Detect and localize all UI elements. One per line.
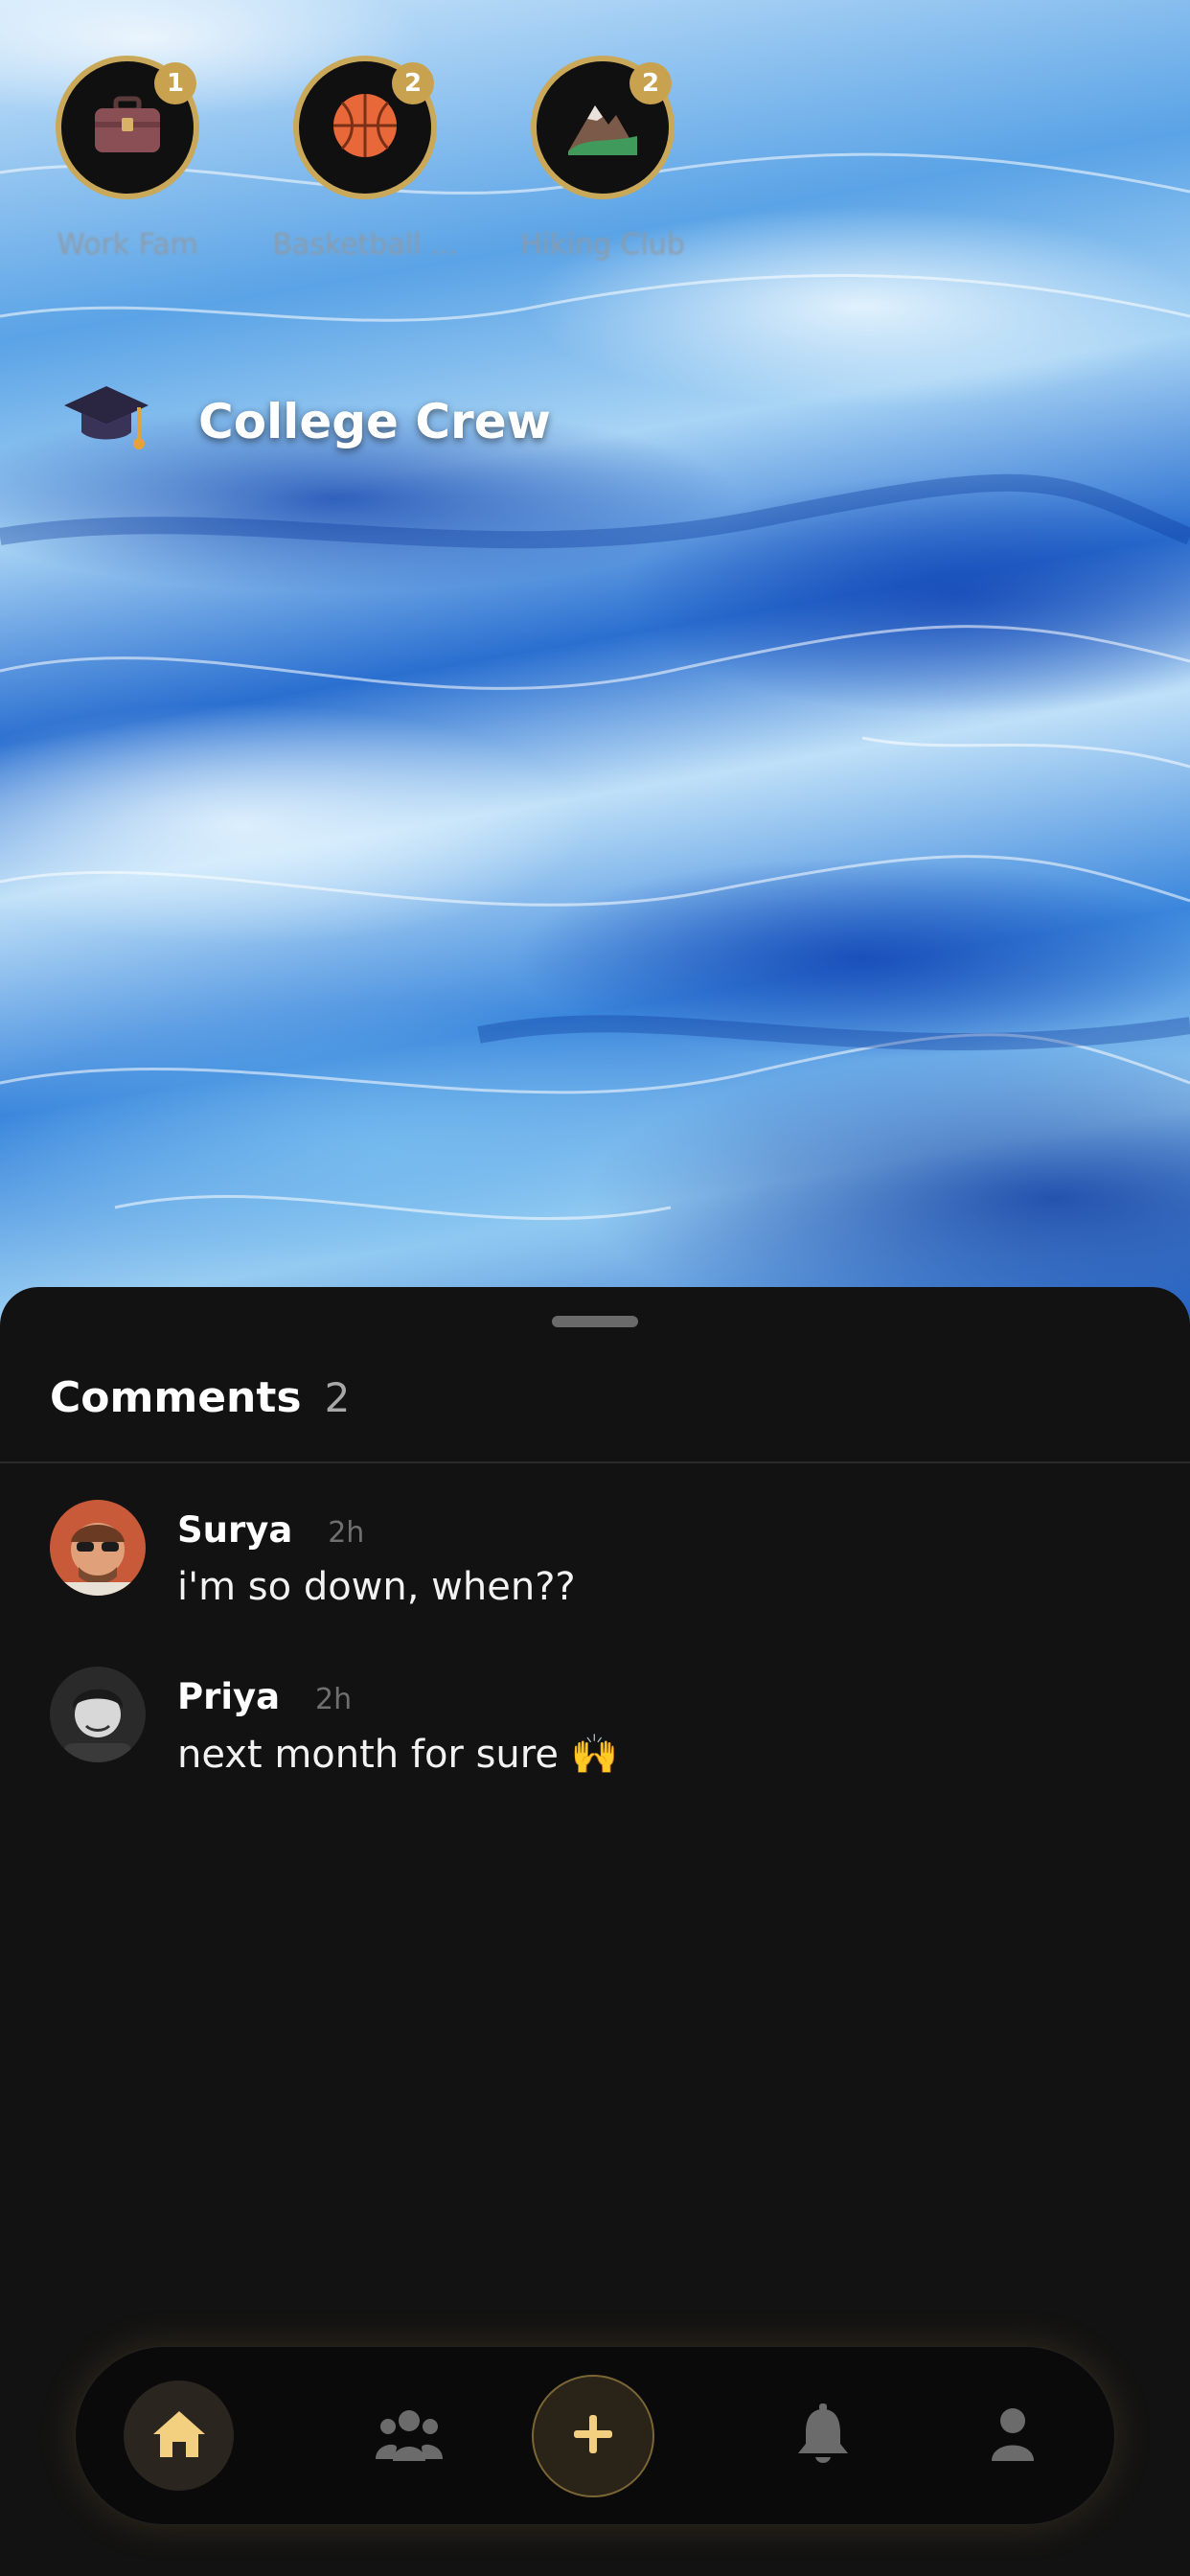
story-label: Hiking Club [520, 228, 685, 262]
divider [0, 1461, 1190, 1463]
story-work-fam[interactable]: 1 Work Fam [12, 53, 214, 283]
bottom-nav [75, 2346, 1115, 2525]
comments-count: 2 [324, 1374, 351, 1421]
briefcase-icon [93, 95, 162, 160]
notifications-button[interactable] [767, 2380, 878, 2491]
graduation-cap-icon [62, 380, 150, 463]
group-header[interactable]: College Crew [62, 379, 551, 465]
drag-handle[interactable] [552, 1316, 638, 1327]
comment-text: next month for sure 🙌 [177, 1733, 619, 1777]
groups-icon [375, 2405, 443, 2467]
plus-icon [572, 2413, 614, 2459]
notification-badge: 2 [392, 62, 434, 104]
author-name: Surya [177, 1509, 293, 1551]
groups-button[interactable] [354, 2380, 464, 2491]
comment-author[interactable]: Priya 2h [177, 1676, 352, 1717]
avatar[interactable] [50, 1500, 146, 1596]
home-icon [151, 2409, 207, 2463]
comment-time: 2h [315, 1683, 353, 1716]
story-hiking-club[interactable]: 2 Hiking Club [488, 53, 689, 283]
notification-badge: 1 [154, 62, 196, 104]
home-button[interactable] [124, 2380, 234, 2491]
basketball-icon [331, 91, 400, 164]
author-name: Priya [177, 1676, 281, 1717]
group-name: College Crew [198, 394, 551, 449]
profile-button[interactable] [957, 2380, 1067, 2491]
mountain-icon [566, 94, 639, 161]
add-button[interactable] [532, 2375, 654, 2497]
profile-icon [990, 2407, 1036, 2465]
comment-author[interactable]: Surya 2h [177, 1509, 364, 1551]
notification-badge: 2 [629, 62, 672, 104]
comments-title: Comments [50, 1373, 302, 1422]
comment-time: 2h [328, 1516, 365, 1550]
avatar[interactable] [50, 1667, 146, 1762]
comments-header: Comments 2 [50, 1373, 350, 1422]
bell-icon [796, 2403, 850, 2469]
story-label: Basketball ... [272, 228, 458, 262]
story-row: 1 Work Fam 2 Basketball ... 2 Hiking Clu… [0, 53, 1190, 283]
story-basketball[interactable]: 2 Basketball ... [250, 53, 458, 283]
comment-text: i'm so down, when?? [177, 1565, 576, 1609]
story-label: Work Fam [57, 228, 198, 262]
